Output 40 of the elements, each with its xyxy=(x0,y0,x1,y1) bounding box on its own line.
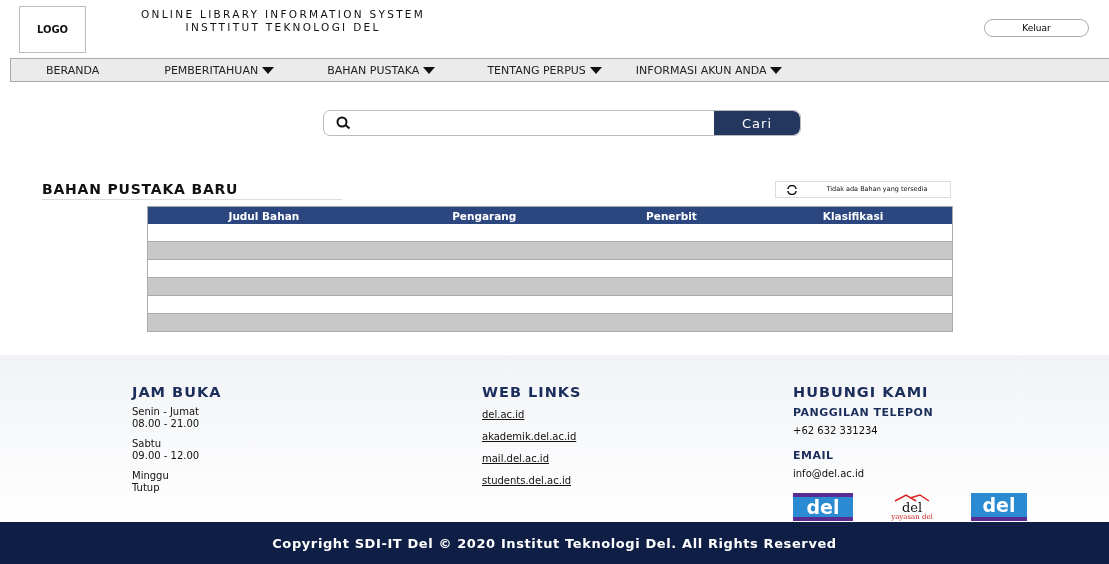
footer-heading: HUBUNGI KAMI xyxy=(793,384,930,400)
web-link[interactable]: students.del.ac.id xyxy=(482,475,793,486)
column-header: Penerbit xyxy=(588,206,755,224)
refresh-icon xyxy=(786,184,798,195)
school-logo: del xyxy=(971,493,1027,521)
search-icon xyxy=(336,116,352,130)
site-title: ONLINE LIBRARY INFORMATION SYSTEM xyxy=(141,8,426,21)
logo-text: LOGO xyxy=(36,23,69,35)
hours-time: 08.00 - 21.00 xyxy=(132,418,201,430)
nav-item[interactable]: TENTANG PERPUS xyxy=(487,63,602,77)
nav-item[interactable]: BAHAN PUSTAKA xyxy=(327,63,436,77)
search-button[interactable]: Cari xyxy=(714,111,800,135)
logout-button[interactable]: Keluar xyxy=(984,19,1089,37)
roof-icon xyxy=(894,493,930,502)
column-header: Judul Bahan xyxy=(147,206,380,224)
web-link[interactable]: akademik.del.ac.id xyxy=(482,431,793,442)
column-header: Klasifikasi xyxy=(754,206,953,224)
logo-text: del xyxy=(901,501,923,513)
institute-logo: del xyxy=(793,493,853,521)
search-field[interactable]: Cari xyxy=(323,110,801,136)
web-link[interactable]: del.ac.id xyxy=(482,409,793,420)
hours-time: Tutup xyxy=(132,482,161,494)
footer-heading: WEB LINKS xyxy=(482,384,583,400)
hours-time: 09.00 - 12.00 xyxy=(132,450,201,462)
nav-item[interactable]: PEMBERITAHUAN xyxy=(164,63,275,77)
hours-day: Sabtu xyxy=(132,438,482,450)
column-header: Pengarang xyxy=(379,206,589,224)
section-title: BAHAN PUSTAKA BARU xyxy=(42,180,239,198)
site-title: INSTTITUT TEKNOLOGI DEL xyxy=(184,21,382,34)
nav-item[interactable]: INFORMASI AKUN ANDA xyxy=(635,63,783,77)
copyright-text: Copyright SDI-IT Del © 2020 Institut Teknologi Del. All Rights Reserved xyxy=(0,522,1109,564)
contact-label: EMAIL xyxy=(793,449,835,462)
web-link[interactable]: mail.del.ac.id xyxy=(482,453,793,464)
hours-day: Minggu xyxy=(132,470,482,482)
email-address: info@del.ac.id xyxy=(793,468,866,480)
phone-number: +62 632 331234 xyxy=(793,425,879,437)
footer-heading: JAM BUKA xyxy=(132,384,223,400)
contact-label: PANGGILAN TELEPON xyxy=(793,406,935,419)
hours-day: Senin - Jumat xyxy=(132,406,482,418)
nav-item[interactable]: BERANDA xyxy=(46,63,100,77)
